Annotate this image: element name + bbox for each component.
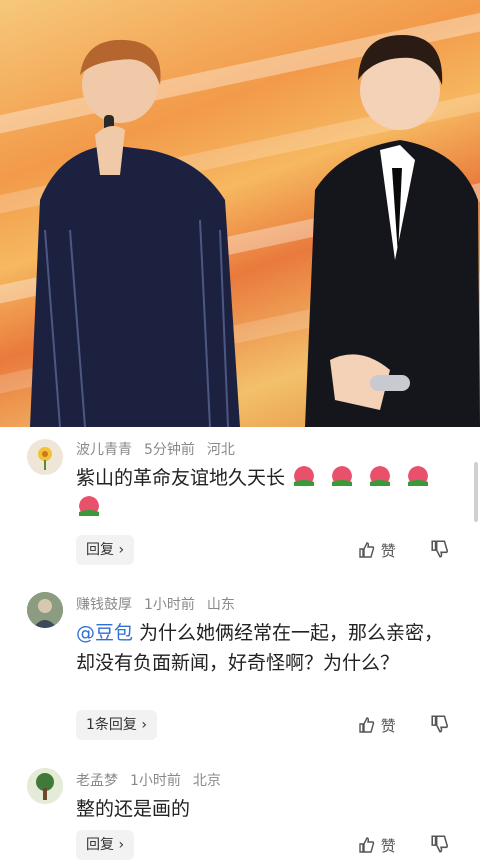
replies-button[interactable]: 1条回复 › <box>76 710 157 740</box>
tulip-emoji-icon <box>405 466 437 489</box>
location: 河北 <box>206 442 235 458</box>
chevron-right-icon: › <box>141 717 147 733</box>
reply-button[interactable]: 回复 › <box>76 830 135 860</box>
tulip-emoji-icon <box>291 466 323 489</box>
tulip-emoji-icon <box>76 496 108 519</box>
tulip-emoji-icon <box>367 466 399 489</box>
like-label: 赞 <box>380 837 396 855</box>
comment-item: 波儿青青 5分钟前 河北 紫山的革命友谊地久天长 回复 › 赞 <box>0 427 480 577</box>
location: 山东 <box>206 597 235 613</box>
like-label: 赞 <box>380 542 396 560</box>
chevron-right-icon: › <box>118 837 125 853</box>
comment-meta: 赚钱鼓厚 1小时前 山东 <box>76 594 247 614</box>
reply-label: 1条回复 <box>86 717 137 733</box>
comment-meta: 老孟梦 1小时前 北京 <box>76 770 233 790</box>
reply-label: 回复 <box>86 837 114 853</box>
thumbs-up-icon <box>359 717 375 733</box>
thumbs-up-icon <box>359 542 375 558</box>
chevron-right-icon: › <box>118 542 125 558</box>
avatar[interactable] <box>27 768 63 804</box>
timestamp: 1小时前 <box>144 597 195 613</box>
location: 北京 <box>192 773 221 789</box>
comment-text-content: 紫山的革命友谊地久天长 <box>76 467 286 489</box>
comment-meta: 波儿青青 5分钟前 河北 <box>76 439 247 459</box>
reply-button[interactable]: 回复 › <box>76 535 135 565</box>
timestamp: 1小时前 <box>130 773 181 789</box>
username[interactable]: 赚钱鼓厚 <box>76 597 132 613</box>
like-button[interactable]: 赞 <box>358 540 396 561</box>
comment-item: 老孟梦 1小时前 北京 整的还是画的 回复 › 赞 <box>0 760 480 860</box>
thumbs-up-icon <box>359 837 375 853</box>
comment-item: 赚钱鼓厚 1小时前 山东 @豆包 为什么她俩经常在一起，那么亲密，却没有负面新闻，好… <box>0 580 480 760</box>
header-photo[interactable] <box>0 0 480 427</box>
like-button[interactable]: 赞 <box>358 715 396 736</box>
comment-text: 整的还是画的 <box>76 794 452 824</box>
avatar[interactable] <box>27 592 63 628</box>
username[interactable]: 老孟梦 <box>76 773 118 789</box>
thumbs-down-icon[interactable] <box>430 834 450 854</box>
thumbs-down-icon[interactable] <box>430 714 450 734</box>
comment-text-content: 整的还是画的 <box>76 798 191 820</box>
mention-link[interactable]: @豆包 <box>76 622 133 644</box>
timestamp: 5分钟前 <box>144 442 195 458</box>
avatar[interactable] <box>27 439 63 475</box>
like-label: 赞 <box>380 717 396 735</box>
performers-illustration <box>30 35 480 427</box>
reply-label: 回复 <box>86 542 114 558</box>
thumbs-down-icon[interactable] <box>430 539 450 559</box>
tulip-emoji-icon <box>329 466 361 489</box>
comment-text: 紫山的革命友谊地久天长 <box>76 463 452 523</box>
username[interactable]: 波儿青青 <box>76 442 132 458</box>
comment-text: @豆包 为什么她俩经常在一起，那么亲密，却没有负面新闻，好奇怪啊？为什么？ <box>76 618 452 678</box>
